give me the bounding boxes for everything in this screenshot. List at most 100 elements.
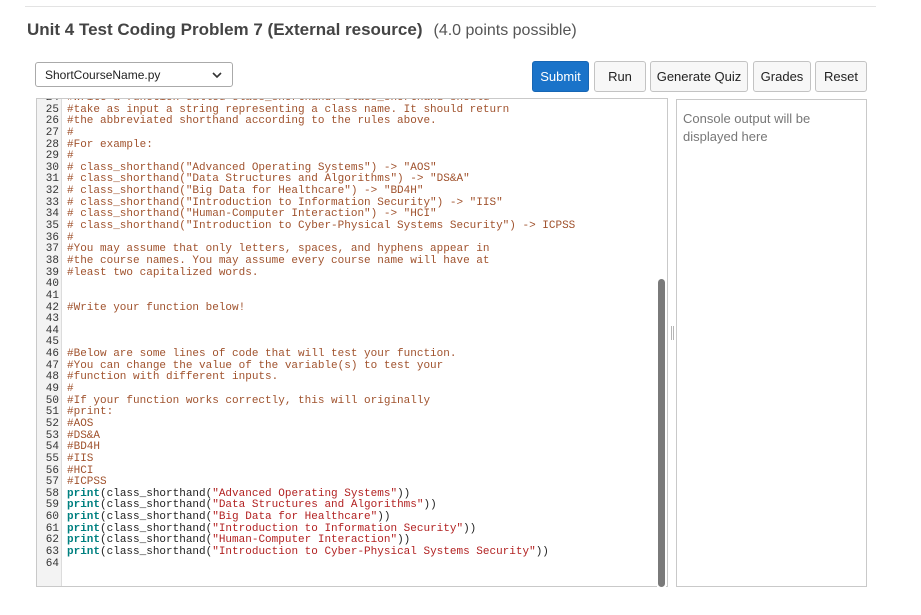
code-token: #If your function works correctly, this … xyxy=(67,394,431,407)
line-number: 41 xyxy=(45,289,59,302)
code-line[interactable]: 53 #DS&A xyxy=(37,429,667,443)
code-token: )) xyxy=(535,545,549,558)
line-number: 63 xyxy=(45,545,59,558)
code-token: # class_shorthand("Data Structures and A… xyxy=(67,173,470,186)
code-token: )) xyxy=(397,534,411,547)
code-token: print xyxy=(67,534,101,547)
code-token: "Advanced Operating Systems" xyxy=(212,487,398,500)
code-line[interactable]: 44 xyxy=(37,325,667,338)
code-token: #ICPSS xyxy=(67,476,107,489)
code-token: #least two capitalized words. xyxy=(67,266,259,279)
code-token: print xyxy=(67,545,101,558)
code-token: )) xyxy=(377,511,391,524)
code-token: print xyxy=(67,511,101,524)
code-line[interactable]: 55 #IIS xyxy=(37,452,667,466)
code-line[interactable]: 28 #For example: xyxy=(37,138,667,152)
code-token: #For example: xyxy=(67,138,153,151)
code-token: #function with different inputs. xyxy=(67,371,279,384)
code-token: print xyxy=(67,522,101,535)
code-token: (class_shorthand( xyxy=(100,534,213,547)
code-token: "Introduction to Information Security" xyxy=(212,522,464,535)
file-select-value: ShortCourseName.py xyxy=(45,67,161,82)
code-token: #the course names. You may assume every … xyxy=(67,254,490,267)
code-line[interactable]: 35 # class_shorthand("Introduction to Cyb… xyxy=(37,220,667,233)
code-token: # class_shorthand("Introduction to Infor… xyxy=(67,196,503,209)
line-number: 64 xyxy=(45,557,59,570)
run-button[interactable]: Run xyxy=(594,61,646,92)
code-token: "Introduction to Cyber-Physical Systems … xyxy=(212,545,536,558)
top-divider xyxy=(25,6,876,7)
file-select[interactable]: ShortCourseName.py xyxy=(35,62,233,87)
line-source xyxy=(59,337,67,349)
code-line[interactable]: 54 #BD4H xyxy=(37,441,667,454)
code-line[interactable]: 56 #HCI xyxy=(37,464,667,478)
code-token: )) xyxy=(397,487,411,500)
code-token: # xyxy=(67,150,74,163)
code-token: #Write your function below! xyxy=(67,301,246,314)
code-token: #AOS xyxy=(67,417,94,430)
code-token: # xyxy=(67,126,74,139)
code-token: #IIS xyxy=(67,452,94,465)
splitter-grip-icon[interactable] xyxy=(671,326,674,340)
code-token: #the abbreviated shorthand according to … xyxy=(67,115,437,128)
line-number: 38 xyxy=(45,254,59,267)
code-token: #BD4H xyxy=(67,441,101,454)
editor-scrollbar-thumb[interactable] xyxy=(658,279,665,587)
code-token: (class_shorthand( xyxy=(100,499,213,512)
console-output: Console output will be displayed here xyxy=(676,99,867,587)
code-token: # xyxy=(67,231,74,244)
line-number: 49 xyxy=(45,383,59,396)
line-source xyxy=(59,559,67,571)
code-line[interactable]: 52 #AOS xyxy=(37,417,667,431)
code-line[interactable]: 40 xyxy=(37,279,667,291)
code-token: # class_shorthand("Human-Computer Intera… xyxy=(67,208,437,221)
code-token: #You may assume that only letters, space… xyxy=(67,243,490,256)
submit-button[interactable]: Submit xyxy=(532,61,589,92)
code-line[interactable]: 48 #function with different inputs. xyxy=(37,372,667,384)
code-line[interactable]: 64 xyxy=(37,557,667,571)
reset-button[interactable]: Reset xyxy=(815,61,867,92)
code-line[interactable]: 63 print(class_shorthand("Introduction to… xyxy=(37,545,667,559)
code-token: # class_shorthand("Big Data for Healthca… xyxy=(67,185,424,198)
code-token: # xyxy=(67,383,74,396)
line-number: 55 xyxy=(45,452,59,465)
code-token: )) xyxy=(423,499,437,512)
code-token: "Big Data for Healthcare" xyxy=(212,511,378,524)
code-token: )) xyxy=(463,522,477,535)
code-token: (class_shorthand( xyxy=(100,487,213,500)
code-token: print xyxy=(67,499,101,512)
generate-quiz-button[interactable]: Generate Quiz xyxy=(650,61,748,92)
code-content[interactable]: 24 #Write a function called class_shortha… xyxy=(37,99,667,571)
code-line[interactable]: 50 #If your function works correctly, thi… xyxy=(37,394,667,408)
code-token: print xyxy=(67,487,101,500)
code-line[interactable]: 26 #the abbreviated shorthand according t… xyxy=(37,115,667,128)
code-token: (class_shorthand( xyxy=(100,511,213,524)
code-token: # class_shorthand("Introduction to Cyber… xyxy=(67,220,576,233)
line-source xyxy=(59,326,67,338)
code-token: "Data Structures and Algorithms" xyxy=(212,499,424,512)
points-possible: (4.0 points possible) xyxy=(433,22,577,39)
line-source: print(class_shorthand("Introduction to C… xyxy=(59,545,549,559)
pane-splitter[interactable] xyxy=(668,98,676,587)
line-number: 52 xyxy=(45,417,59,430)
code-token: (class_shorthand( xyxy=(100,522,213,535)
line-number: 27 xyxy=(45,126,59,139)
code-line[interactable]: 43 xyxy=(37,314,667,326)
code-line[interactable]: 39 #least two capitalized words. xyxy=(37,266,667,280)
line-source: #Write your function below! xyxy=(59,301,246,315)
line-number: 46 xyxy=(45,348,59,361)
page-header: Unit 4 Test Coding Problem 7 (External r… xyxy=(27,20,577,44)
code-token: #DS&A xyxy=(67,429,101,442)
line-source: # class_shorthand("Introduction to Cyber… xyxy=(59,220,576,233)
line-source: #least two capitalized words. xyxy=(59,266,259,280)
code-token: #HCI xyxy=(67,464,94,477)
line-number: 35 xyxy=(45,220,59,233)
grades-button[interactable]: Grades xyxy=(753,61,811,92)
code-token: #You can change the value of the variabl… xyxy=(67,359,444,372)
line-source: #function with different inputs. xyxy=(59,372,278,384)
code-line[interactable]: 42 #Write your function below! xyxy=(37,301,667,315)
code-editor[interactable]: 24 #Write a function called class_shortha… xyxy=(36,98,668,587)
line-source: #If your function works correctly, this … xyxy=(59,394,431,408)
code-line[interactable]: 51 #print: xyxy=(37,406,667,419)
code-token: #print: xyxy=(67,406,114,419)
